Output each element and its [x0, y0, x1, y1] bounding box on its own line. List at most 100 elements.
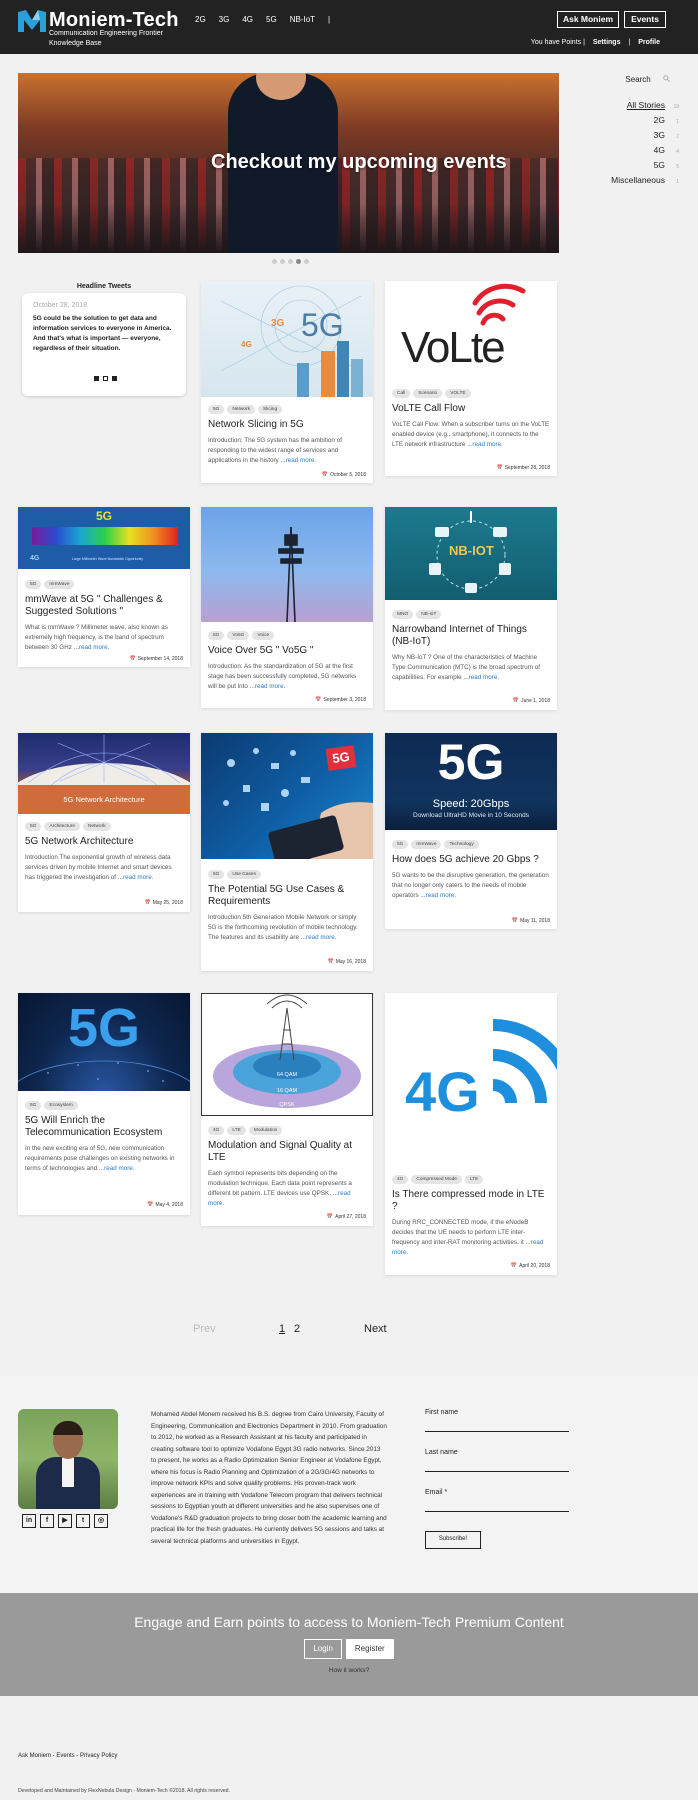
- article-card[interactable]: 5G Vo5G Voice Voice Over 5G " Vo5G " Intro…: [201, 507, 373, 708]
- slider-dot[interactable]: [304, 259, 309, 264]
- login-button[interactable]: Login: [304, 1639, 342, 1659]
- category-3g[interactable]: 3G 2: [559, 130, 679, 145]
- tag[interactable]: mmWave: [411, 840, 442, 849]
- tweet-dot[interactable]: [103, 376, 108, 381]
- article-card[interactable]: 5G Speed: 20Gbps Download UltraHD Movie …: [385, 733, 557, 929]
- tag[interactable]: 4G: [392, 1175, 409, 1184]
- tag[interactable]: LTE: [227, 1126, 246, 1135]
- facebook-icon[interactable]: f: [40, 1514, 54, 1528]
- search-box[interactable]: Search: [625, 75, 670, 84]
- article-title[interactable]: Narrowband Internet of Things (NB-IoT): [392, 624, 550, 648]
- tweet-dot[interactable]: [112, 376, 117, 381]
- tag[interactable]: Ecosystem: [44, 1101, 78, 1110]
- read-more-link[interactable]: read more.: [79, 644, 109, 651]
- twitter-icon[interactable]: t: [76, 1514, 90, 1528]
- tag[interactable]: Scenario: [413, 389, 443, 398]
- article-card[interactable]: 5G 4G Large Millimeter Wave Bandwidth Op…: [18, 507, 190, 667]
- tag[interactable]: 5G: [25, 822, 42, 831]
- tag[interactable]: 5G: [25, 580, 42, 589]
- article-card[interactable]: 4G 4G Compressed Mode LTE Is There compres…: [385, 993, 557, 1275]
- settings-link[interactable]: Settings: [593, 39, 621, 46]
- tag[interactable]: 4G: [208, 1126, 225, 1135]
- subscribe-button[interactable]: Subscribe!: [425, 1531, 481, 1549]
- youtube-icon[interactable]: ▶: [58, 1514, 72, 1528]
- article-title[interactable]: mmWave at 5G " Challenges & Suggested So…: [25, 594, 183, 618]
- next-page-link[interactable]: Next: [364, 1323, 387, 1335]
- tag[interactable]: Slicing: [258, 405, 283, 414]
- first-name-field[interactable]: First name: [425, 1409, 569, 1449]
- tag[interactable]: MNO: [392, 610, 414, 619]
- tweet-dot[interactable]: [94, 376, 99, 381]
- article-title[interactable]: Network Slicing in 5G: [208, 419, 366, 431]
- article-card[interactable]: 5G 5G Use Cases The Potential 5G Use Case…: [201, 733, 373, 971]
- article-title[interactable]: Voice Over 5G " Vo5G ": [208, 645, 366, 657]
- read-more-link[interactable]: read more.: [286, 457, 316, 464]
- read-more-link[interactable]: read more.: [472, 441, 502, 448]
- tag[interactable]: 5G: [208, 870, 225, 879]
- slider-dot[interactable]: [280, 259, 285, 264]
- article-title[interactable]: The Potential 5G Use Cases & Requirement…: [208, 884, 366, 908]
- events-button[interactable]: Events: [624, 11, 666, 28]
- profile-link[interactable]: Profile: [638, 39, 660, 46]
- hero-slider[interactable]: Checkout my upcoming events: [18, 73, 559, 253]
- search-icon[interactable]: [663, 75, 670, 82]
- category-4g[interactable]: 4G 4: [559, 145, 679, 160]
- linkedin-icon[interactable]: in: [22, 1514, 36, 1528]
- read-more-link[interactable]: read more.: [306, 934, 336, 941]
- page-2-link[interactable]: 2: [294, 1323, 300, 1335]
- tag[interactable]: Technology: [444, 840, 479, 849]
- tag[interactable]: 5G: [208, 405, 225, 414]
- article-title[interactable]: VoLTE Call Flow: [392, 403, 550, 415]
- email-field[interactable]: Email *: [425, 1489, 569, 1529]
- article-title[interactable]: Is There compressed mode in LTE ?: [392, 1189, 550, 1213]
- tag[interactable]: Voice: [252, 631, 275, 640]
- article-card[interactable]: 5G 5G Ecosystem 5G Will Enrich the Teleco…: [18, 993, 190, 1215]
- read-more-link[interactable]: read more.: [255, 683, 285, 690]
- last-name-field[interactable]: Last name: [425, 1449, 569, 1489]
- tag[interactable]: VOLTE: [445, 389, 471, 398]
- tag[interactable]: Network: [83, 822, 111, 831]
- nav-4g[interactable]: 4G: [242, 15, 253, 24]
- how-it-works-link[interactable]: How it works?: [0, 1667, 698, 1674]
- slider-dot[interactable]: [288, 259, 293, 264]
- tag[interactable]: Architecture: [44, 822, 80, 831]
- tag[interactable]: NB-IoT: [416, 610, 442, 619]
- tag[interactable]: Modulation: [248, 1126, 283, 1135]
- tag[interactable]: Use Cases: [227, 870, 261, 879]
- article-card[interactable]: 5G Network Architecture 5G Architecture Ne…: [18, 733, 190, 912]
- tag[interactable]: 5G: [25, 1101, 42, 1110]
- article-card[interactable]: NB-IOT MNO NB-IoT Narrowband Internet of …: [385, 507, 557, 710]
- prev-page-link[interactable]: Prev: [193, 1323, 216, 1335]
- category-miscellaneous[interactable]: Miscellaneous 1: [559, 175, 679, 190]
- category-all-stories[interactable]: All Stories 19: [559, 100, 679, 115]
- tag[interactable]: 5G: [208, 631, 225, 640]
- article-card[interactable]: VoLte Call Scenario VOLTE VoLTE Call Flow …: [385, 281, 557, 476]
- footer-links[interactable]: Ask Moniem - Events - Privacy Policy: [18, 1753, 117, 1759]
- read-more-link[interactable]: read more.: [426, 892, 456, 899]
- tag[interactable]: mmWave: [44, 580, 75, 589]
- tag[interactable]: Network: [227, 405, 255, 414]
- tag[interactable]: Vo5G: [227, 631, 250, 640]
- nav-2g[interactable]: 2G: [195, 15, 206, 24]
- slider-dot-active[interactable]: [296, 259, 301, 264]
- tag[interactable]: 5G: [392, 840, 409, 849]
- page-1-link[interactable]: 1: [279, 1323, 285, 1335]
- article-title[interactable]: 5G Will Enrich the Telecommunication Eco…: [25, 1115, 183, 1139]
- article-title[interactable]: Modulation and Signal Quality at LTE: [208, 1140, 366, 1164]
- read-more-link[interactable]: read more.: [469, 674, 499, 681]
- category-5g[interactable]: 5G 5: [559, 160, 679, 175]
- ask-moniem-button[interactable]: Ask Moniem: [557, 11, 619, 28]
- article-card[interactable]: 64 QAM 16 QAM QPSK 4G LTE Modulation Modul…: [201, 993, 373, 1226]
- slider-dot[interactable]: [272, 259, 277, 264]
- instagram-icon[interactable]: ◎: [94, 1514, 108, 1528]
- article-card[interactable]: 3G 4G 5G 5G Network Slicing Network Slicin…: [201, 281, 373, 483]
- tag[interactable]: LTE: [464, 1175, 484, 1184]
- register-button[interactable]: Register: [345, 1639, 394, 1659]
- tag[interactable]: Compressed Mode: [411, 1175, 462, 1184]
- category-2g[interactable]: 2G 1: [559, 115, 679, 130]
- article-title[interactable]: 5G Network Architecture: [25, 836, 183, 848]
- nav-nbiot[interactable]: NB-IoT: [290, 15, 315, 24]
- read-more-link[interactable]: read more.: [104, 1165, 134, 1172]
- article-title[interactable]: How does 5G achieve 20 Gbps ?: [392, 854, 550, 866]
- nav-5g[interactable]: 5G: [266, 15, 277, 24]
